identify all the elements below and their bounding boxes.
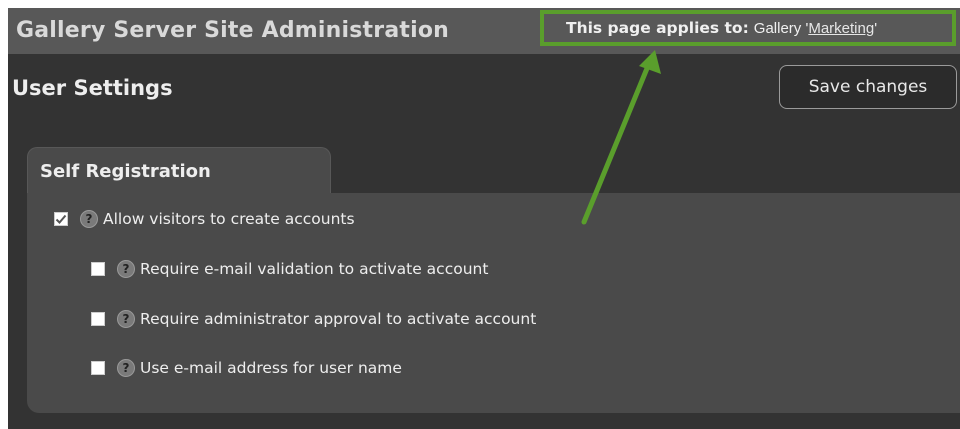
applies-to-suffix: ' [874,19,878,37]
option-allow-visitors: ? Allow visitors to create accounts [54,207,355,231]
help-icon[interactable]: ? [117,359,135,377]
option-label: Require e-mail validation to activate ac… [140,260,489,278]
site-title: Gallery Server Site Administration [16,18,450,43]
email-username-checkbox[interactable] [91,361,105,375]
help-icon[interactable]: ? [117,310,135,328]
option-label: Require administrator approval to activa… [140,310,537,328]
email-validation-checkbox[interactable] [91,262,105,276]
save-changes-button[interactable]: Save changes [779,65,957,109]
gallery-link[interactable]: Marketing [808,20,874,37]
option-email-validation: ? Require e-mail validation to activate … [91,257,488,281]
help-icon[interactable]: ? [117,260,135,278]
page-title: User Settings [12,76,173,100]
admin-approval-checkbox[interactable] [91,312,105,326]
checkmark-icon [55,214,67,224]
applies-to-label: This page applies to: [566,19,749,37]
option-email-username: ? Use e-mail address for user name [91,356,402,380]
allow-visitors-checkbox[interactable] [54,212,68,226]
help-icon[interactable]: ? [80,210,98,228]
self-registration-title: Self Registration [40,161,211,182]
option-admin-approval: ? Require administrator approval to acti… [91,307,536,331]
self-registration-tab: Self Registration [27,147,331,197]
applies-to-banner: This page applies to: Gallery ' Marketing… [540,10,956,46]
option-label: Use e-mail address for user name [140,359,402,377]
applies-to-prefix: Gallery ' [753,19,809,37]
option-label: Allow visitors to create accounts [103,210,355,228]
